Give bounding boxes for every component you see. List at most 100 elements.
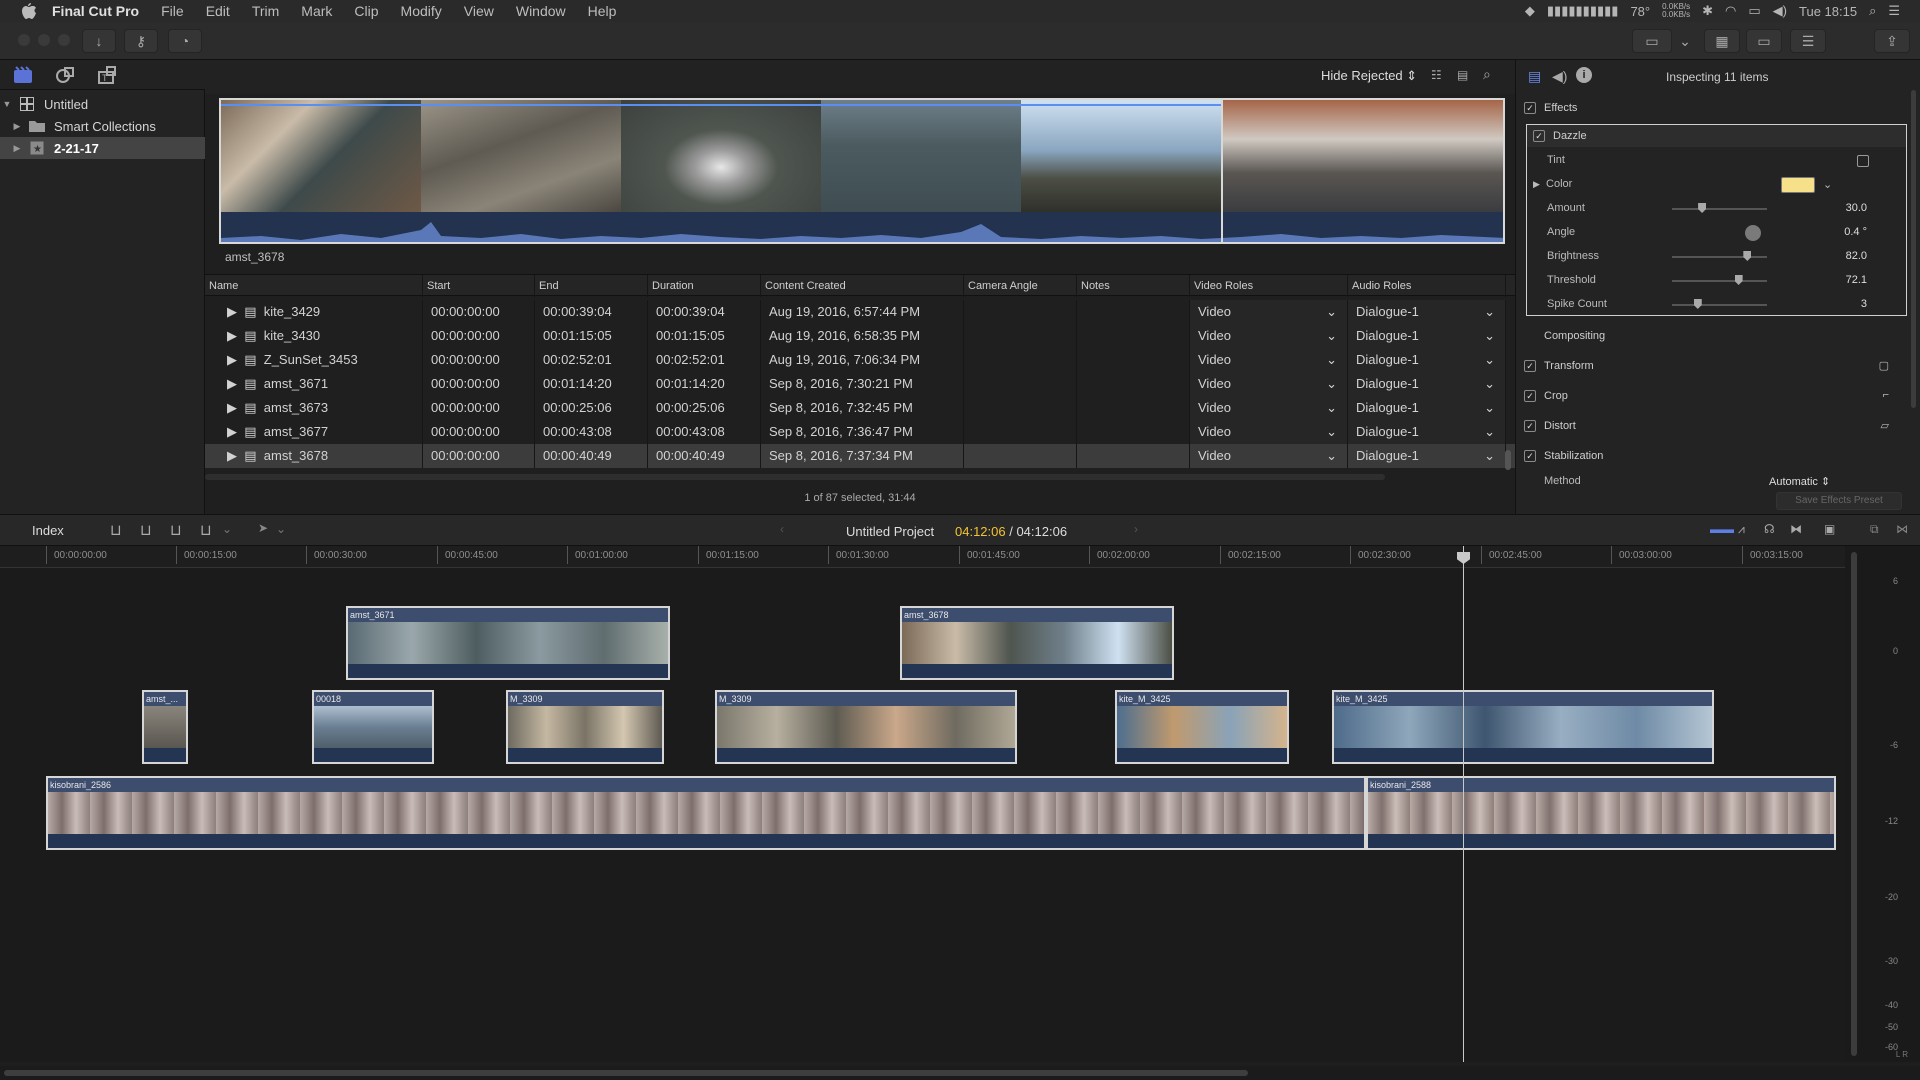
save-effects-preset-button[interactable]: Save Effects Preset <box>1776 492 1902 510</box>
amount-value[interactable]: 30.0 <box>1846 202 1867 214</box>
compositing-section[interactable]: Compositing <box>1544 322 1920 350</box>
brightness-slider[interactable] <box>1672 251 1767 261</box>
menu-trim[interactable]: Trim <box>252 3 279 19</box>
disclosure-closed-icon[interactable]: ▶ <box>227 328 237 343</box>
viewer-display-menu[interactable]: ⌄ <box>1674 29 1696 53</box>
stabilization-checkbox[interactable]: ✓ <box>1524 450 1536 462</box>
list-horizontal-scrollbar[interactable] <box>205 474 1385 480</box>
cell-notes[interactable] <box>1077 372 1190 396</box>
disclosure-closed-icon[interactable]: ▶ <box>227 400 237 415</box>
menu-view[interactable]: View <box>464 3 494 19</box>
sidebar-item-smart-collections[interactable]: ▶ Smart Collections <box>0 115 205 137</box>
video-role-select[interactable]: Video ⌄ <box>1190 300 1348 324</box>
audio-role-select[interactable]: Dialogue-1 ⌄ <box>1348 396 1506 420</box>
bluetooth-icon[interactable]: ✱ <box>1702 3 1713 19</box>
distort-section[interactable]: ✓ Distort ▱ <box>1524 412 1909 440</box>
keywords-button[interactable]: ⚷ <box>124 29 158 53</box>
distort-checkbox[interactable]: ✓ <box>1524 420 1536 432</box>
audio-role-select[interactable]: Dialogue-1 ⌄ <box>1348 372 1506 396</box>
spotlight-icon[interactable]: ⌕ <box>1869 3 1876 19</box>
tint-checkbox[interactable] <box>1857 155 1869 167</box>
video-role-select[interactable]: Video ⌄ <box>1190 372 1348 396</box>
disclosure-closed-icon[interactable]: ▶ <box>10 121 24 132</box>
chevron-down-icon[interactable]: ⌄ <box>1823 178 1832 191</box>
amount-slider[interactable] <box>1672 203 1767 213</box>
insert-clip-icon[interactable]: ⊔ <box>140 521 152 539</box>
cell-notes[interactable] <box>1077 396 1190 420</box>
skimming-icon[interactable]: ▬▬ <box>1710 522 1734 536</box>
table-row[interactable]: ▶ ▤ amst_3671 00:00:00:00 00:01:14:20 00… <box>205 372 1515 396</box>
audio-role-select[interactable]: Dialogue-1 ⌄ <box>1348 300 1506 324</box>
transform-onscreen-icon[interactable]: ▢ <box>1879 359 1889 372</box>
table-row[interactable]: ▶ ▤ amst_3677 00:00:00:00 00:00:43:08 00… <box>205 420 1515 444</box>
filmstrip-view-icon[interactable]: ▤ <box>1457 68 1468 82</box>
timeline-clip[interactable]: kite_M_3425 <box>1115 690 1289 764</box>
audio-inspector-tab[interactable]: ◀) <box>1552 68 1567 85</box>
close-window-button[interactable] <box>18 34 30 46</box>
playhead[interactable] <box>1463 546 1464 1062</box>
history-forward-icon[interactable]: › <box>1134 522 1138 536</box>
timeline-clip[interactable]: amst_... <box>142 690 188 764</box>
browser-toggle-button[interactable]: ▦ <box>1704 29 1740 53</box>
inspector-toggle-button[interactable]: ☰ <box>1790 29 1826 53</box>
effects-browser-icon[interactable]: ⧉ <box>1870 522 1879 537</box>
transform-section[interactable]: ✓ Transform ▢ <box>1524 352 1909 380</box>
menu-modify[interactable]: Modify <box>401 3 442 19</box>
info-inspector-tab[interactable]: i <box>1576 67 1592 83</box>
table-row[interactable]: ▶ ▤ kite_3429 00:00:00:00 00:00:39:04 00… <box>205 300 1515 324</box>
menu-help[interactable]: Help <box>588 3 617 19</box>
photos-audio-icon[interactable] <box>54 65 76 85</box>
timeline-clip[interactable]: 00018 <box>312 690 434 764</box>
cell-notes[interactable] <box>1077 420 1190 444</box>
column-notes[interactable]: Notes <box>1077 275 1190 297</box>
search-icon[interactable]: ⌕ <box>1483 66 1491 83</box>
menu-mark[interactable]: Mark <box>301 3 332 19</box>
slider-knob[interactable] <box>1734 275 1743 285</box>
slider-knob[interactable] <box>1693 299 1702 309</box>
disclosure-closed-icon[interactable]: ▶ <box>227 352 237 367</box>
clip-appearance-icon[interactable]: ▣ <box>1824 522 1835 536</box>
column-content-created[interactable]: Content Created <box>761 275 964 297</box>
spike-count-slider[interactable] <box>1672 299 1767 309</box>
clip-filter-popup[interactable]: Hide Rejected ⇕ <box>1321 68 1417 84</box>
dazzle-effect-header[interactable]: ✓ Dazzle <box>1527 125 1906 147</box>
append-clip-icon[interactable]: ⊔ <box>170 521 182 539</box>
distort-onscreen-icon[interactable]: ▱ <box>1881 419 1889 432</box>
clip-filmstrip[interactable] <box>219 98 1505 244</box>
libraries-icon[interactable] <box>12 65 34 85</box>
app-menu[interactable]: Final Cut Pro <box>52 3 139 19</box>
table-row[interactable]: ▶ ▤ amst_3673 00:00:00:00 00:00:25:06 00… <box>205 396 1515 420</box>
volume-icon[interactable]: ◀) <box>1773 3 1787 19</box>
apple-menu-icon[interactable] <box>20 3 38 19</box>
timeline-clip[interactable]: M_3309 <box>715 690 1017 764</box>
crop-checkbox[interactable]: ✓ <box>1524 390 1536 402</box>
history-back-icon[interactable]: ‹ <box>780 522 784 536</box>
timeline-clip-primary[interactable]: kisobrani_2588 <box>1366 776 1836 850</box>
titles-generators-icon[interactable]: T <box>96 65 118 85</box>
timeline-clip[interactable]: amst_3678 <box>900 606 1174 680</box>
menu-clip[interactable]: Clip <box>354 3 378 19</box>
disclosure-closed-icon[interactable]: ▶ <box>227 448 237 463</box>
method-popup[interactable]: Automatic ⇕ <box>1769 475 1830 488</box>
table-row-selected[interactable]: ▶ ▤ amst_3678 00:00:00:00 00:00:40:49 00… <box>205 444 1515 468</box>
disclosure-open-icon[interactable]: ▼ <box>0 99 14 109</box>
table-row[interactable]: ▶ ▤ Z_SunSet_3453 00:00:00:00 00:02:52:0… <box>205 348 1515 372</box>
select-tool-icon[interactable]: ➤ <box>258 521 268 535</box>
library-item-untitled[interactable]: ▼ Untitled <box>0 93 205 115</box>
transform-checkbox[interactable]: ✓ <box>1524 360 1536 372</box>
timeline-vertical-scrollbar[interactable] <box>1851 552 1857 1056</box>
flag-icon[interactable]: ▭ <box>1748 3 1760 19</box>
column-start[interactable]: Start <box>423 275 535 297</box>
edit-menu-chevron-icon[interactable]: ⌄ <box>222 522 232 536</box>
audio-role-select[interactable]: Dialogue-1 ⌄ <box>1348 444 1506 468</box>
timeline-index-button[interactable]: Index <box>32 523 68 539</box>
video-inspector-tab[interactable]: ▤ <box>1528 68 1541 85</box>
timeline-area[interactable]: amst_3671 amst_3678 amst_... 00018 M_330… <box>0 568 1845 1062</box>
sidebar-item-event[interactable]: ▶ ★ 2-21-17 <box>0 137 205 159</box>
timeline-ruler[interactable]: 00:00:00:00 00:00:15:00 00:00:30:00 00:0… <box>0 546 1845 568</box>
audio-role-select[interactable]: Dialogue-1 ⌄ <box>1348 348 1506 372</box>
column-duration[interactable]: Duration <box>648 275 761 297</box>
threshold-slider[interactable] <box>1672 275 1767 285</box>
transitions-browser-icon[interactable]: ⋈ <box>1896 522 1908 536</box>
minimize-window-button[interactable] <box>38 34 50 46</box>
